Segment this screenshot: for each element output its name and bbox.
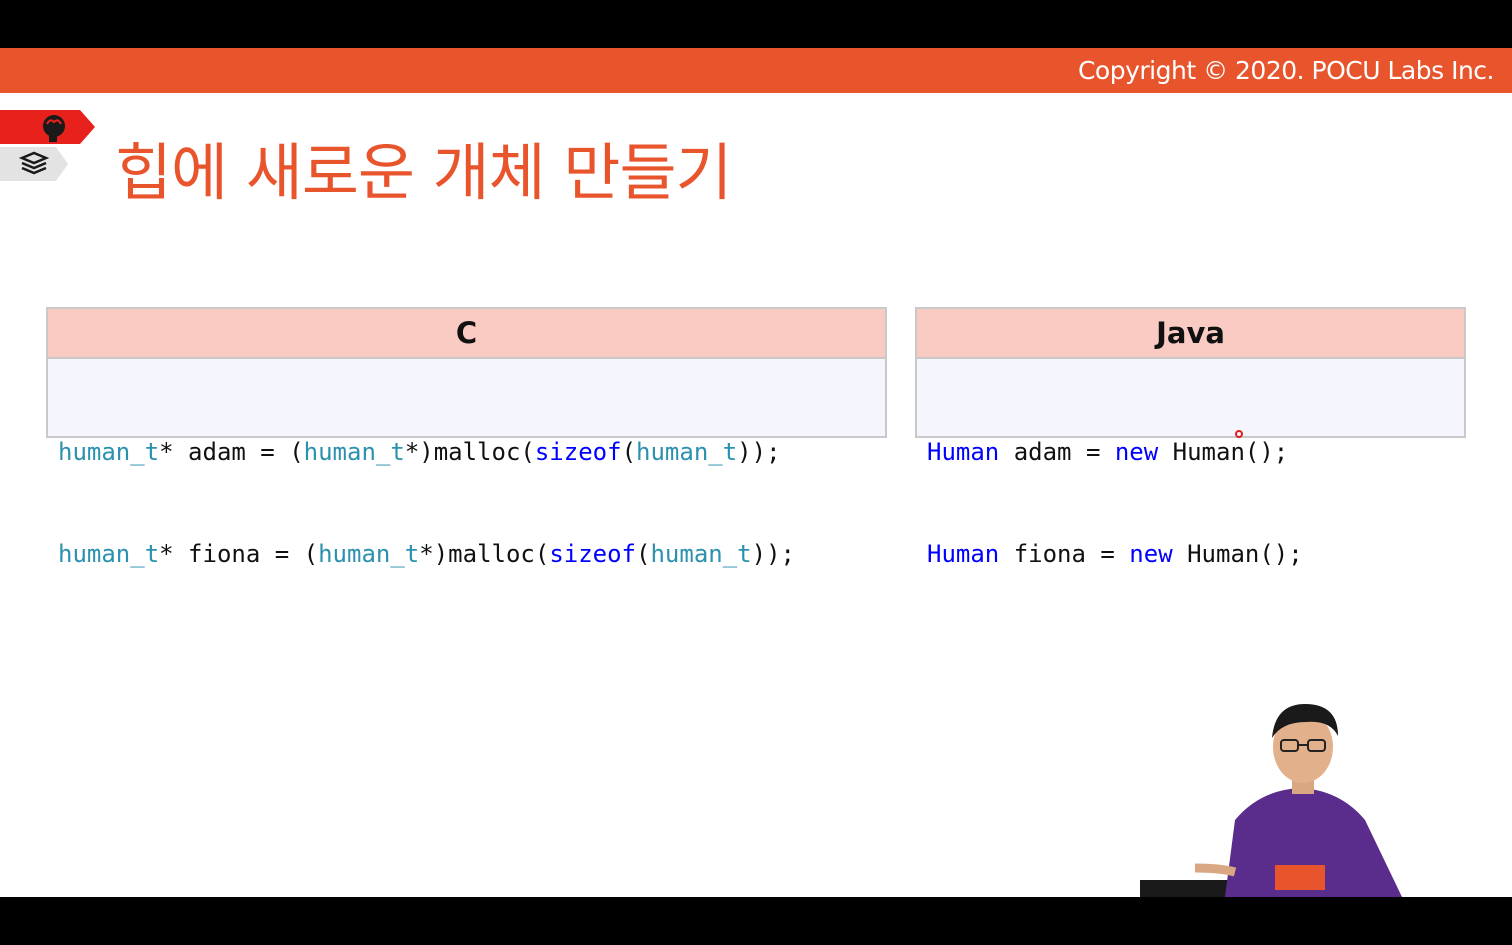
code-token: Human [927,540,1000,568]
brain-head-icon [0,110,95,144]
code-token: Human(); [1158,438,1289,466]
code-token: human_t [303,438,405,466]
java-code-line-2: Human fiona = new Human(); [927,537,1454,571]
code-token: Human(); [1172,540,1303,568]
code-token: * adam = ( [159,438,304,466]
c-code-body: human_t* adam = (human_t*)malloc(sizeof(… [48,359,885,639]
code-token: sizeof [534,438,622,466]
c-code-panel: C human_t* adam = (human_t*)malloc(sizeo… [46,307,887,568]
c-code-line-1: human_t* adam = (human_t*)malloc(sizeof(… [58,435,875,469]
code-token: ( [621,438,637,466]
java-code-line-1: Human adam = new Human(); [927,435,1454,469]
java-code-body: Human adam = new Human(); Human fiona = … [917,359,1464,639]
pointer-cursor [1235,430,1243,438]
code-token: human_t [58,438,160,466]
c-code-line-2: human_t* fiona = (human_t*)malloc(sizeof… [58,537,875,571]
code-token: human_t [650,540,752,568]
java-code-panel: Java Human adam = new Human(); Human fio… [915,307,1466,568]
code-token: * fiona = ( [159,540,319,568]
code-token: )); [751,540,795,568]
c-panel-heading: C [48,309,885,359]
code-token: adam = [999,438,1115,466]
presenter-video [1140,704,1402,897]
code-token: human_t [636,438,738,466]
copyright-text: Copyright © 2020. POCU Labs Inc. [1077,56,1495,85]
code-token: human_t [318,540,420,568]
java-panel-heading: Java [917,309,1464,359]
book-stack-icon [0,147,68,181]
code-token: *)malloc( [404,438,535,466]
code-token: new [1129,540,1173,568]
top-banner: Copyright © 2020. POCU Labs Inc. [0,48,1512,93]
code-token: new [1114,438,1159,466]
code-token: human_t [58,540,160,568]
code-token: Human [927,438,1000,466]
code-token: sizeof [549,540,637,568]
code-token: fiona = [999,540,1130,568]
slide: Copyright © 2020. POCU Labs Inc. 힙에 새로운 … [0,48,1512,897]
code-token: *)malloc( [419,540,550,568]
code-token: ( [636,540,651,568]
code-token: )); [737,438,781,466]
slide-title: 힙에 새로운 개체 만들기 [115,136,733,209]
